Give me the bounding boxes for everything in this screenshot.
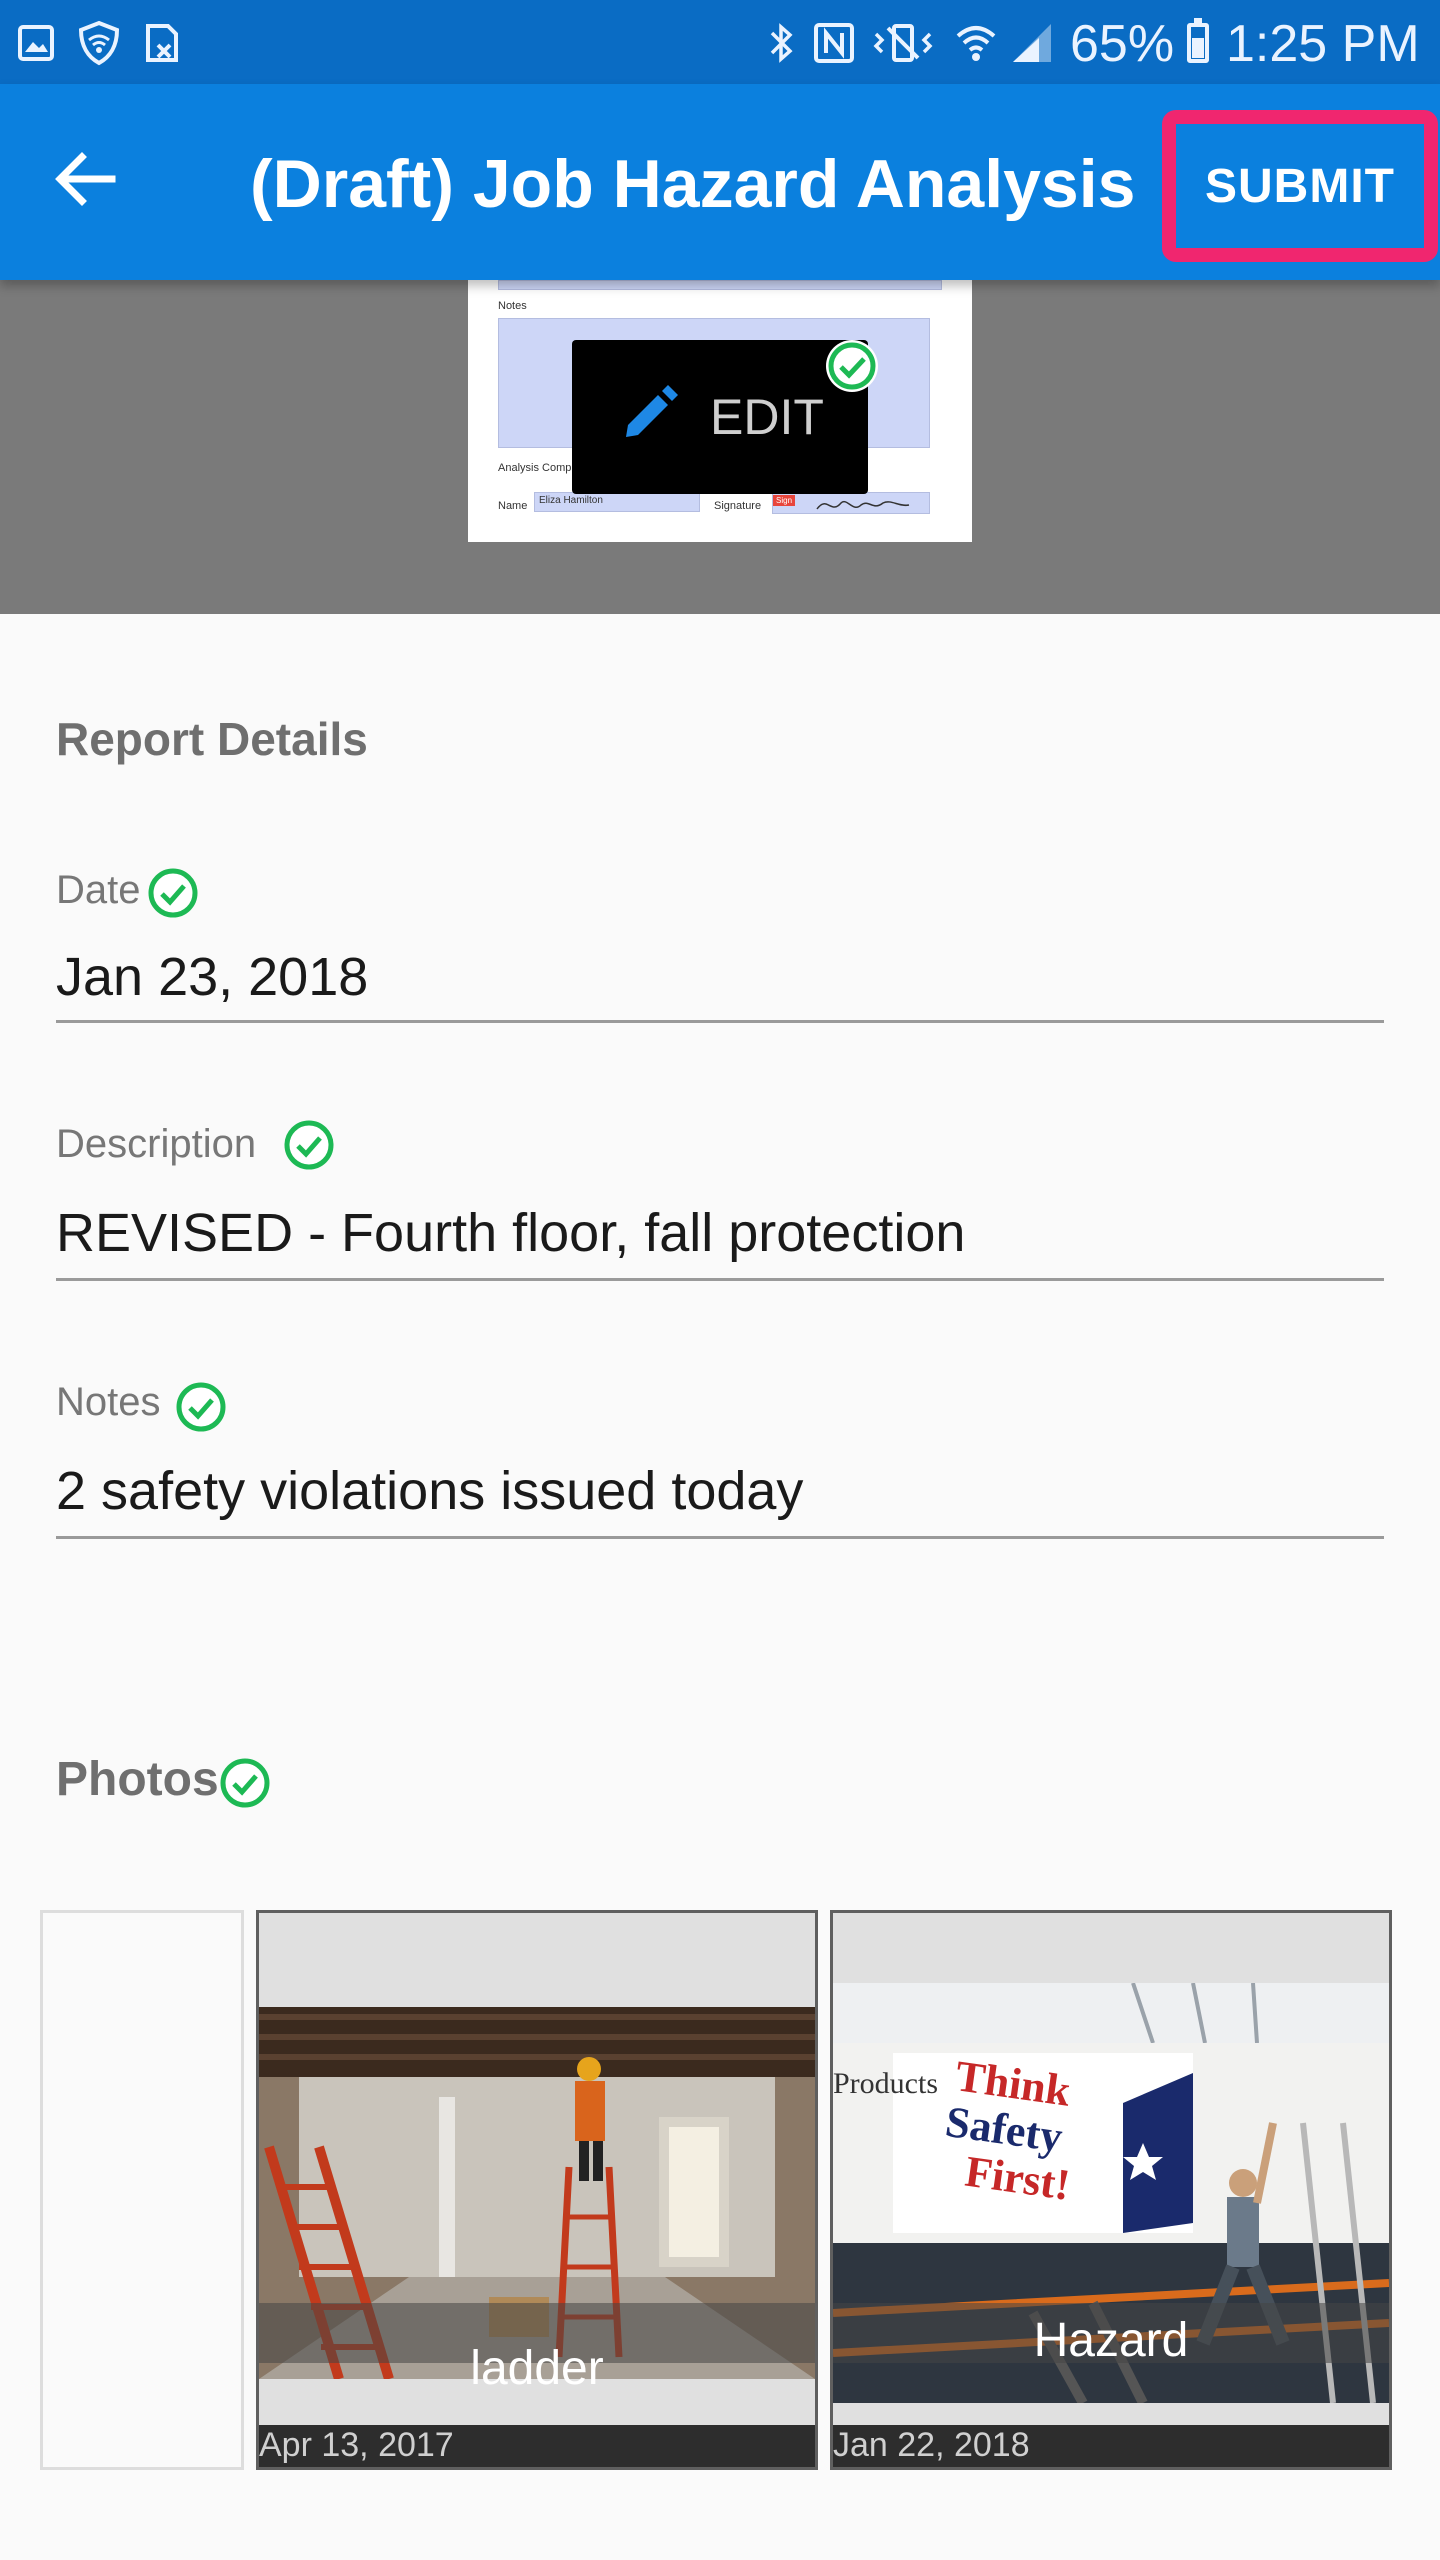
notes-field[interactable]: 2 safety violations issued today [56, 1460, 803, 1522]
add-photo-slot[interactable] [40, 1910, 244, 2470]
doc-analysis-label: Analysis Comp [498, 462, 572, 474]
photo-caption-hazard: Hazard [1033, 2314, 1189, 2367]
date-underline [56, 1020, 1384, 1023]
doc-notes-label: Notes [498, 300, 527, 312]
photo-caption-ladder: ladder [470, 2342, 604, 2395]
report-details-title: Report Details [56, 713, 368, 765]
nfc-icon [812, 22, 856, 64]
notes-checkmark-icon [174, 1380, 228, 1434]
battery-percent: 65% [1070, 15, 1175, 73]
arrow-back-icon [54, 151, 116, 211]
description-field[interactable]: REVISED - Fourth floor, fall protection [56, 1202, 965, 1264]
page-title: (Draft) Job Hazard Analysis [250, 146, 1136, 222]
signature-scribble [816, 500, 910, 510]
back-button[interactable] [40, 136, 130, 226]
photo-date-ladder: Apr 13, 2017 [259, 2426, 454, 2464]
date-checkmark-icon [146, 866, 200, 920]
banner-products: Products [833, 2067, 938, 2100]
pencil-icon [616, 383, 680, 452]
edit-label: EDIT [710, 389, 824, 445]
photo-card-ladder[interactable]: ladder Apr 13, 2017 [256, 1910, 818, 2470]
battery-icon [1184, 18, 1212, 64]
doc-name-field: Eliza Hamilton [534, 492, 700, 512]
notes-underline [56, 1536, 1384, 1539]
edit-checkmark-icon [824, 338, 880, 399]
clock: 1:25 PM [1226, 15, 1420, 73]
app-bar: (Draft) Job Hazard Analysis SUBMIT [0, 84, 1440, 280]
vibrate-icon [870, 22, 936, 64]
submit-button[interactable]: SUBMIT [1196, 140, 1404, 232]
date-label: Date [56, 868, 141, 912]
screen: 65% 1:25 PM (Draft) Job Hazard Analysis … [0, 0, 1440, 2560]
signal-icon [1010, 22, 1054, 64]
doc-field-top [498, 280, 942, 290]
description-checkmark-icon [282, 1118, 336, 1172]
doc-name-value: Eliza Hamilton [539, 495, 603, 506]
status-bar: 65% 1:25 PM [0, 0, 1440, 84]
photo-card-hazard[interactable]: Think Safety First! Products Hazard Jan … [830, 1910, 1392, 2470]
description-label: Description [56, 1122, 257, 1166]
doc-signature-label: Signature [714, 500, 762, 512]
description-underline [56, 1278, 1384, 1281]
shield-wifi-icon [74, 20, 124, 66]
date-field[interactable]: Jan 23, 2018 [56, 946, 368, 1008]
photos-checkmark-icon [218, 1756, 272, 1810]
notes-label: Notes [56, 1380, 161, 1424]
sim-card-icon [140, 22, 184, 64]
image-icon [16, 22, 56, 64]
doc-signature-field: Sign [772, 492, 930, 514]
wifi-icon [954, 22, 998, 64]
doc-name-label: Name [498, 500, 528, 512]
bluetooth-icon [766, 22, 796, 64]
doc-sign-tag: Sign [773, 495, 796, 506]
photos-title: Photos [56, 1753, 219, 1806]
photo-date-hazard: Jan 22, 2018 [833, 2426, 1030, 2464]
